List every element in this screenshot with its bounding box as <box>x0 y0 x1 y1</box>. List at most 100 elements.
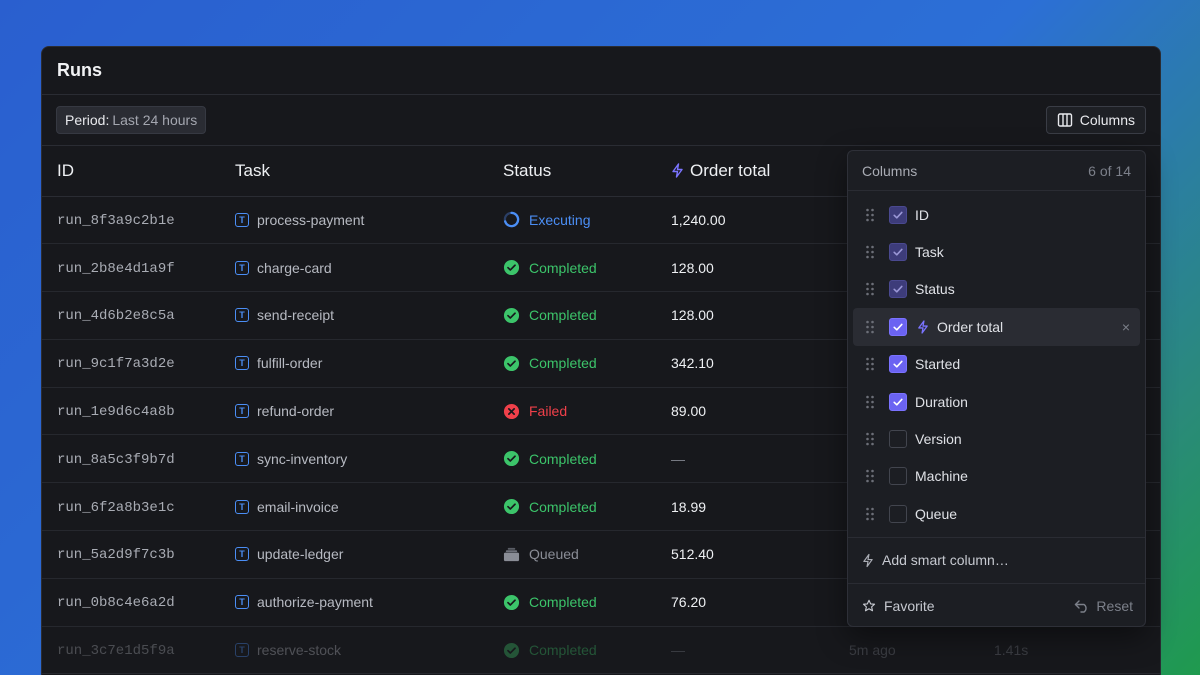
column-checkbox[interactable] <box>889 392 907 411</box>
cell-status: Completed <box>503 243 671 293</box>
column-checkbox[interactable] <box>889 355 907 374</box>
add-smart-column-label: Add smart column… <box>882 552 1009 569</box>
column-item-duration[interactable]: Duration <box>853 383 1140 420</box>
drag-handle-icon[interactable] <box>865 432 875 446</box>
table-row[interactable]: run_3c7e1d5f9a Treserve-stock Completed — 5m… <box>42 626 1160 675</box>
columns-button[interactable]: Columns <box>1045 106 1146 134</box>
columns-icon <box>1057 113 1072 127</box>
cell-started: 5m ago <box>849 626 994 675</box>
favorite-button[interactable]: Favorite <box>862 598 935 614</box>
drag-handle-icon[interactable] <box>865 357 875 371</box>
queue-icon <box>503 547 520 562</box>
column-label: Status <box>915 281 955 298</box>
drag-handle-icon[interactable] <box>865 282 875 296</box>
lightning-icon <box>672 163 683 178</box>
cell-id: run_4d6b2e8c5a <box>42 291 235 340</box>
run-id: run_6f2a8b3e1c <box>57 499 175 516</box>
cell-status: Completed <box>503 291 671 340</box>
column-item-queue[interactable]: Queue <box>853 495 1140 532</box>
cell-task: Tprocess-payment <box>235 196 503 245</box>
order-total-value: 342.10 <box>671 355 714 372</box>
task-icon: T <box>235 404 249 419</box>
status-label: Queued <box>529 546 579 563</box>
column-item-status[interactable]: Status <box>853 271 1140 308</box>
order-total-value: 1,240.00 <box>671 211 726 228</box>
order-total-value: 128.00 <box>671 259 714 276</box>
drag-handle-icon[interactable] <box>865 507 875 521</box>
task-name: sync-inventory <box>257 450 348 467</box>
task-icon: T <box>235 308 249 323</box>
run-id: run_1e9d6c4a8b <box>57 404 175 421</box>
cell-task: Tcharge-card <box>235 243 503 293</box>
run-id: run_5a2d9f7c3b <box>57 547 175 564</box>
column-item-version[interactable]: Version <box>853 420 1140 457</box>
task-icon: T <box>235 260 249 275</box>
check-circle-icon <box>503 594 520 610</box>
status-label: Failed <box>529 403 568 420</box>
header-task[interactable]: Task <box>235 146 503 197</box>
cell-id: run_8f3a9c2b1e <box>42 196 235 245</box>
column-label: Task <box>915 244 944 261</box>
drag-handle-icon[interactable] <box>865 320 875 334</box>
order-total-value: 76.20 <box>671 594 707 611</box>
header-id[interactable]: ID <box>42 146 235 197</box>
cell-id: run_0b8c4e6a2d <box>42 578 235 627</box>
column-item-started[interactable]: Started <box>853 346 1140 383</box>
period-key: Period: <box>65 112 110 128</box>
columns-panel: Columns 6 of 14 ID Task Status Order total ×… <box>847 150 1146 627</box>
reset-label: Reset <box>1096 597 1133 614</box>
status-label: Completed <box>529 259 597 276</box>
status-label: Completed <box>529 594 597 611</box>
columns-button-label: Columns <box>1079 112 1135 128</box>
column-item-task[interactable]: Task <box>853 233 1140 270</box>
checkmark-icon <box>893 398 903 406</box>
column-label: Machine <box>915 468 968 485</box>
order-total-value: — <box>671 642 685 659</box>
column-label: Duration <box>915 393 968 410</box>
reset-button[interactable]: Reset <box>1074 598 1133 614</box>
status-label: Completed <box>529 307 597 324</box>
checkmark-icon <box>893 323 903 331</box>
drag-handle-icon[interactable] <box>865 208 875 222</box>
column-checkbox[interactable] <box>889 430 907 449</box>
column-checkbox[interactable] <box>889 467 907 486</box>
remove-column-icon[interactable]: × <box>1122 319 1130 335</box>
order-total-value: — <box>671 450 685 467</box>
column-item-id[interactable]: ID <box>853 196 1140 233</box>
column-item-machine[interactable]: Machine <box>853 458 1140 495</box>
run-id: run_4d6b2e8c5a <box>57 308 175 325</box>
task-icon: T <box>235 356 249 371</box>
undo-icon <box>1075 599 1088 613</box>
column-checkbox[interactable] <box>889 504 907 523</box>
header-order-total-label: Order total <box>690 160 771 180</box>
status-label: Completed <box>529 355 597 372</box>
cell-order-total: 89.00 <box>671 387 849 436</box>
cell-status: Completed <box>503 339 671 388</box>
column-label: Started <box>915 356 961 373</box>
column-label: Version <box>915 431 962 448</box>
header-order-total[interactable]: Order total <box>671 146 849 197</box>
check-circle-icon <box>503 451 520 467</box>
cell-order-total: 342.10 <box>671 339 849 388</box>
cell-task: Trefund-order <box>235 387 503 436</box>
cell-order-total: 76.20 <box>671 578 849 627</box>
drag-handle-icon[interactable] <box>865 469 875 483</box>
cell-order-total: 512.40 <box>671 530 849 579</box>
cell-task: Tsync-inventory <box>235 434 503 484</box>
drag-handle-icon[interactable] <box>865 245 875 259</box>
cell-order-total: 18.99 <box>671 482 849 532</box>
cell-id: run_9c1f7a3d2e <box>42 339 235 388</box>
period-filter[interactable]: Period: Last 24 hours <box>56 106 207 134</box>
column-checkbox <box>889 205 907 224</box>
cell-task: Tauthorize-payment <box>235 578 503 627</box>
drag-handle-icon[interactable] <box>865 395 875 409</box>
header-status[interactable]: Status <box>503 146 671 197</box>
order-total-value: 512.40 <box>671 546 714 563</box>
status-label: Executing <box>529 211 591 228</box>
cell-status: Completed <box>503 434 671 484</box>
column-item-order-total[interactable]: Order total × <box>853 308 1140 346</box>
column-checkbox[interactable] <box>889 317 907 336</box>
add-smart-column-button[interactable]: Add smart column… <box>848 538 1145 583</box>
task-name: refund-order <box>257 403 335 420</box>
columns-panel-header: Columns 6 of 14 <box>848 151 1145 191</box>
